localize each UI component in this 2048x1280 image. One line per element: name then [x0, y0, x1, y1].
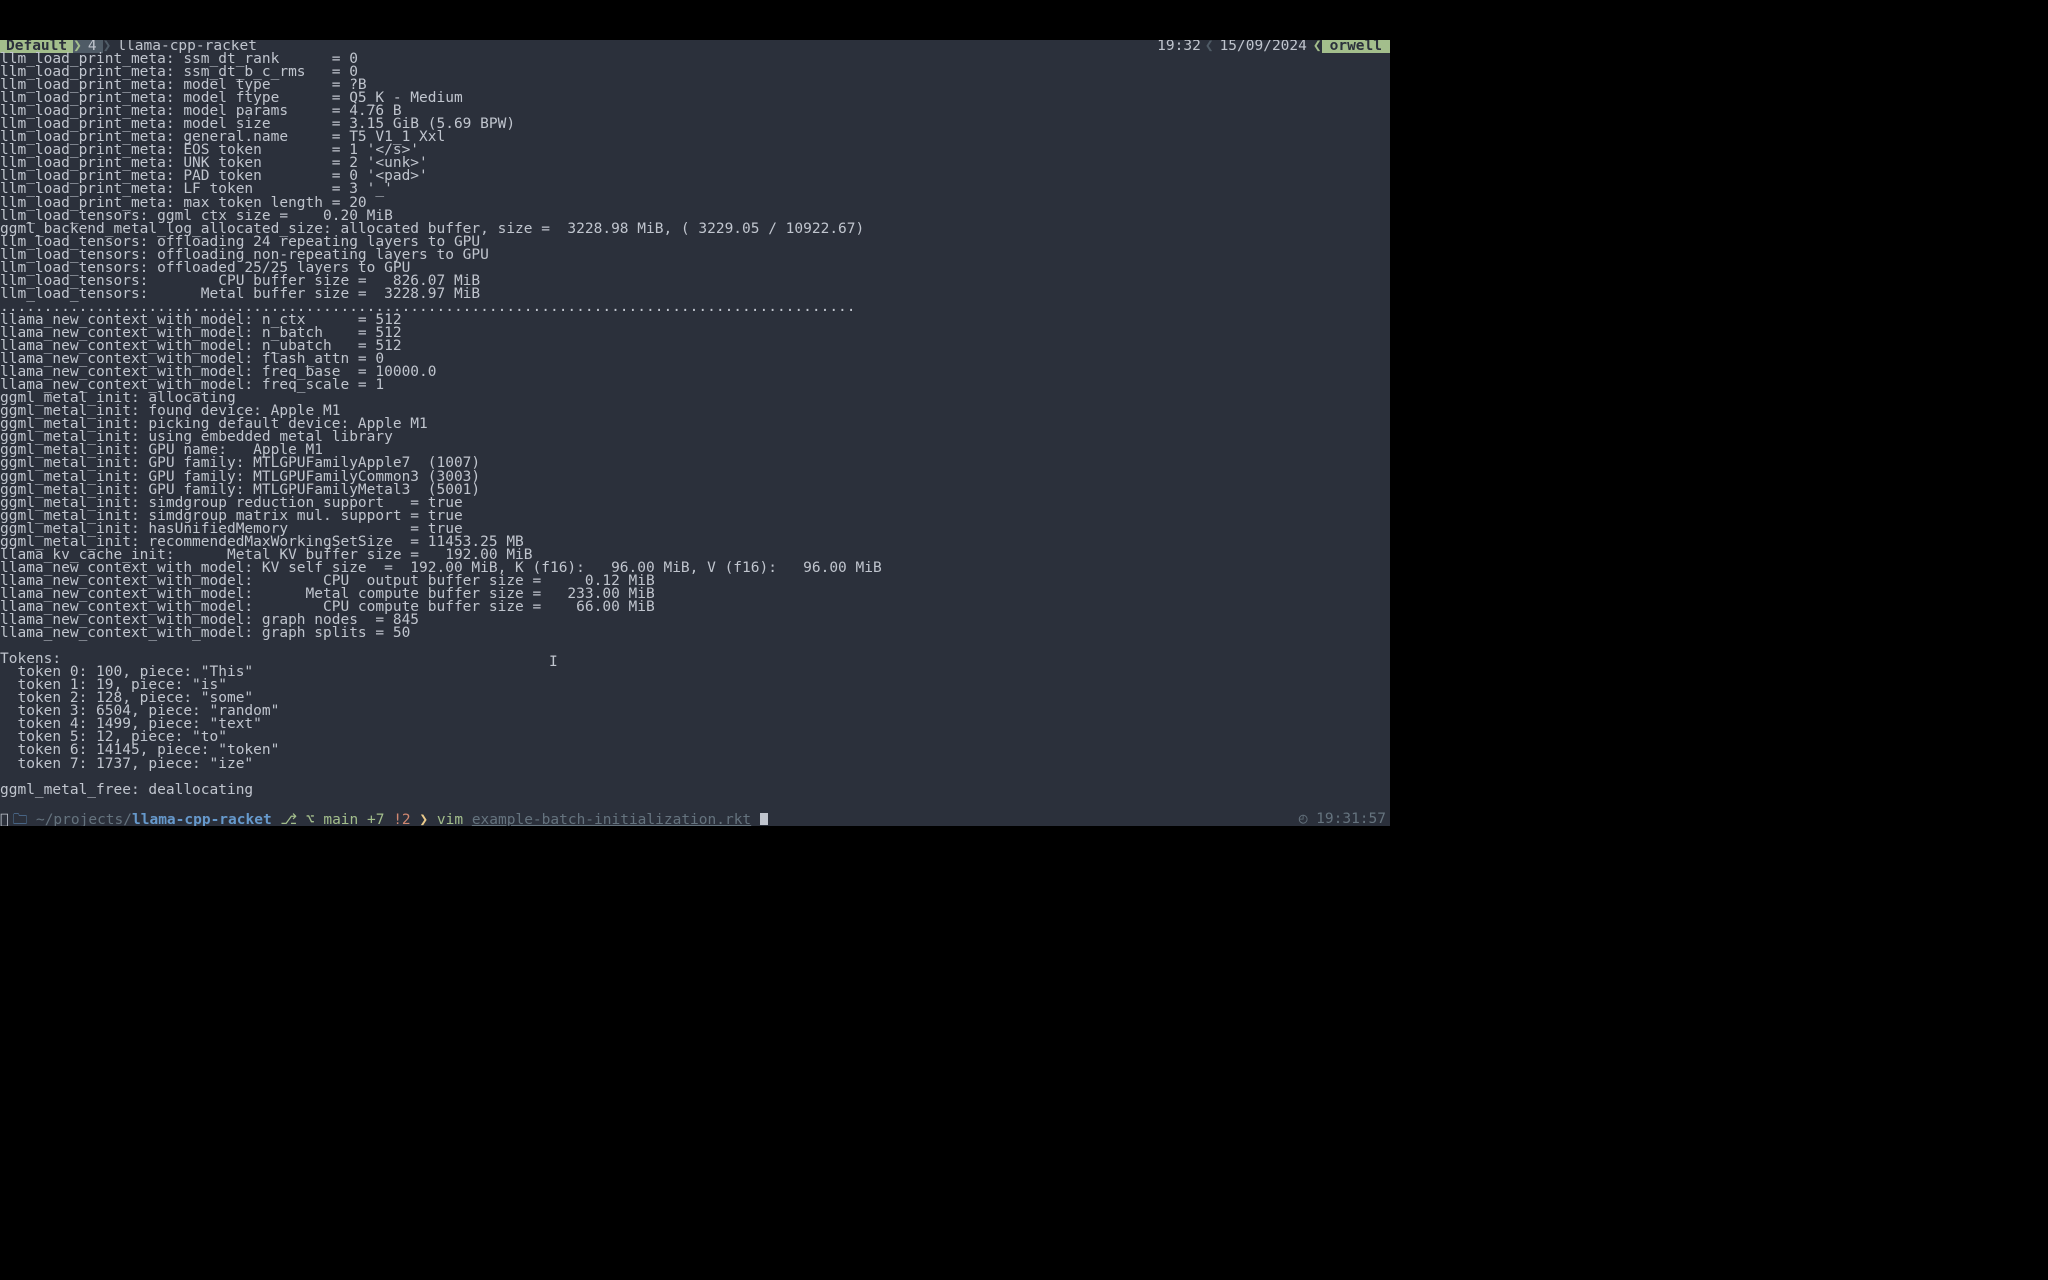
letterbox-bottom — [0, 826, 2048, 1280]
command: vim — [437, 812, 463, 826]
apple-icon:  — [0, 812, 13, 826]
git-icon: ⎇ — [280, 812, 297, 826]
shell-prompt[interactable]: 🗀 ~/projects/llama-cpp-racket ⎇ ⌥ main … — [0, 813, 1390, 826]
powerline-arrow-left-icon: ❮ — [1205, 40, 1214, 53]
block-cursor — [760, 813, 768, 825]
output-line: llama_new_context_with_model: graph spli… — [0, 627, 1390, 640]
branch-name: main — [323, 812, 358, 826]
date: 15/09/2024 — [1214, 40, 1313, 53]
hostname: orwell — [1322, 40, 1390, 53]
letterbox-top — [0, 0, 2048, 40]
output-line: ggml_metal_free: deallocating — [0, 784, 1390, 797]
last-cmd-time: 19:31:57 — [1316, 811, 1386, 826]
terminal-window[interactable]: Default❯ 4❯ llama-cpp-racket 19:32 ❮ 15/… — [0, 40, 1390, 826]
output-line: token 7: 1737, piece: "ize" — [0, 758, 1390, 771]
command-arg: example-batch-initialization.rkt — [472, 812, 751, 826]
path-prefix: ~/projects/ — [36, 812, 132, 826]
folder-icon: 🗀 — [13, 812, 28, 826]
output-line — [0, 797, 1390, 810]
git-ahead: +7 — [367, 812, 384, 826]
git-branch-icon: ⌥ — [306, 812, 315, 826]
git-dirty: !2 — [393, 812, 410, 826]
powerline-arrow-left-icon: ❮ — [1313, 40, 1322, 53]
path-repo: llama-cpp-racket — [132, 812, 272, 826]
prompt-arrow-icon: ❯ — [419, 812, 428, 826]
prompt-right-time: ◴ 19:31:57 — [1299, 813, 1386, 826]
output-line — [0, 640, 1390, 653]
clock-icon: ◴ — [1299, 811, 1308, 826]
status-right: 19:32 ❮ 15/09/2024 ❮ orwell — [1157, 40, 1390, 53]
terminal-output[interactable]: llm_load_print_meta: ssm_dt_rank = 0llm_… — [0, 53, 1390, 810]
clock-time: 19:32 — [1157, 40, 1205, 53]
